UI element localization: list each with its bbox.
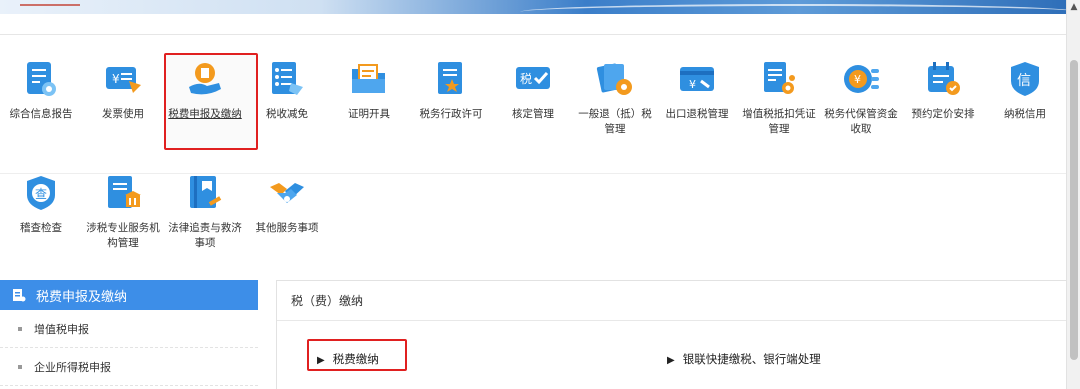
custody-funds-icon: ¥	[841, 59, 881, 99]
link-unionpay-payment[interactable]: ▶ 银联快捷缴税、银行端处理	[667, 351, 821, 367]
tile-tax-relief[interactable]: 税收减免	[246, 49, 328, 149]
svg-text:¥: ¥	[689, 78, 696, 91]
service-row-1: 综合信息报告 ¥ 发票使用 税费申报及缴纳 税收减免 证明开具 税务行政许可 税…	[0, 49, 1066, 150]
tile-legal-remedy[interactable]: 法律追责与救济事项	[164, 163, 246, 263]
tile-invoice-use[interactable]: ¥ 发票使用	[82, 49, 164, 149]
pricing-schedule-icon	[923, 59, 963, 99]
tile-label: 纳税信用	[1004, 108, 1046, 120]
scroll-up-arrow-icon[interactable]: ▲	[1067, 0, 1080, 14]
tile-label: 发票使用	[102, 108, 144, 120]
tile-export-refund[interactable]: ¥ 出口退税管理	[656, 49, 738, 149]
sidebar-header[interactable]: 税费申报及缴纳	[0, 280, 258, 310]
top-banner	[0, 0, 1066, 14]
svg-text:信: 信	[1017, 73, 1031, 89]
service-row-2: 查 稽查检查 涉税专业服务机构管理 法律追责与救济事项 其他服务事项	[0, 163, 328, 263]
svg-text:¥: ¥	[854, 73, 861, 86]
bullet-icon	[18, 326, 22, 331]
service-icon-grid: 综合信息报告 ¥ 发票使用 税费申报及缴纳 税收减免 证明开具 税务行政许可 税…	[0, 34, 1066, 260]
tile-label: 法律追责与救济事项	[168, 222, 242, 249]
tile-general-refund[interactable]: 一般退（抵）税管理	[574, 49, 656, 149]
sidebar-item-label: 增值税申报	[34, 322, 89, 336]
link-label: 银联快捷缴税、银行端处理	[682, 352, 821, 366]
export-refund-icon: ¥	[677, 59, 717, 99]
svg-text:查: 查	[35, 187, 47, 201]
tile-label: 综合信息报告	[9, 108, 73, 120]
tile-tax-credit[interactable]: 信 纳税信用	[984, 49, 1066, 149]
sidebar-item-vat-declare[interactable]: 增值税申报	[0, 310, 258, 348]
tax-declare-icon	[185, 59, 225, 99]
tile-pricing-schedule[interactable]: 预约定价安排	[902, 49, 984, 149]
report-icon	[21, 59, 61, 99]
svg-text:税: 税	[520, 72, 532, 86]
tile-label: 稽查检查	[20, 222, 62, 234]
approval-icon: 税	[513, 59, 553, 99]
legal-icon	[185, 173, 225, 213]
sidebar-title: 税费申报及缴纳	[36, 289, 128, 305]
banner-ribbon	[20, 0, 80, 6]
handshake-icon	[267, 173, 307, 213]
panel-title: 税（费）缴纳	[277, 281, 1066, 321]
tile-label: 涉税专业服务机构管理	[86, 222, 160, 249]
tile-vat-voucher[interactable]: 增值税抵扣凭证管理	[738, 49, 820, 149]
tile-agency-management[interactable]: 涉税专业服务机构管理	[82, 163, 164, 263]
triangle-right-icon: ▶	[667, 355, 675, 366]
tile-label: 税务代保管资金收取	[824, 108, 898, 135]
certificate-icon	[349, 59, 389, 99]
license-icon	[431, 59, 471, 99]
tile-comprehensive-report[interactable]: 综合信息报告	[0, 49, 82, 149]
tile-other-services[interactable]: 其他服务事项	[246, 163, 328, 263]
tax-relief-icon	[267, 59, 307, 99]
tile-label: 税务行政许可	[419, 108, 483, 120]
document-icon	[13, 289, 26, 302]
tile-certificate[interactable]: 证明开具	[328, 49, 410, 149]
tile-label: 出口退税管理	[665, 108, 729, 120]
banner-wave	[520, 4, 1066, 14]
tile-verification[interactable]: 税 核定管理	[492, 49, 574, 149]
sidebar: 税费申报及缴纳 增值税申报 企业所得税申报	[0, 280, 258, 389]
tile-label: 预约定价安排	[911, 108, 975, 120]
sidebar-item-label: 企业所得税申报	[34, 360, 111, 374]
sidebar-item-corporate-income-tax[interactable]: 企业所得税申报	[0, 348, 258, 386]
tile-label: 税收减免	[266, 108, 308, 120]
bullet-icon	[18, 364, 22, 369]
tile-inspection[interactable]: 查 稽查检查	[0, 163, 82, 263]
tile-label: 一般退（抵）税管理	[578, 108, 652, 135]
tile-label: 增值税抵扣凭证管理	[742, 108, 816, 135]
credit-icon: 信	[1005, 59, 1045, 99]
inspection-icon: 查	[21, 173, 61, 213]
invoice-icon: ¥	[103, 59, 143, 99]
agency-icon	[103, 173, 143, 213]
content-panel: 税（费）缴纳 ▶ 税费缴纳 ▶ 银联快捷缴税、银行端处理	[276, 280, 1066, 389]
tile-custody-funds[interactable]: ¥ 税务代保管资金收取	[820, 49, 902, 149]
vat-voucher-icon	[759, 59, 799, 99]
svg-text:¥: ¥	[112, 72, 120, 86]
refund-icon	[595, 59, 635, 99]
tile-label: 证明开具	[348, 108, 390, 120]
scrollbar-thumb[interactable]	[1070, 60, 1078, 360]
tile-label: 核定管理	[512, 108, 554, 120]
tile-admin-license[interactable]: 税务行政许可	[410, 49, 492, 149]
tile-label: 其他服务事项	[255, 222, 319, 234]
vertical-scrollbar[interactable]: ▲	[1066, 0, 1080, 389]
tile-tax-declare-pay[interactable]: 税费申报及缴纳	[164, 49, 258, 150]
tile-label: 税费申报及缴纳	[168, 108, 242, 120]
highlight-box	[307, 339, 407, 371]
